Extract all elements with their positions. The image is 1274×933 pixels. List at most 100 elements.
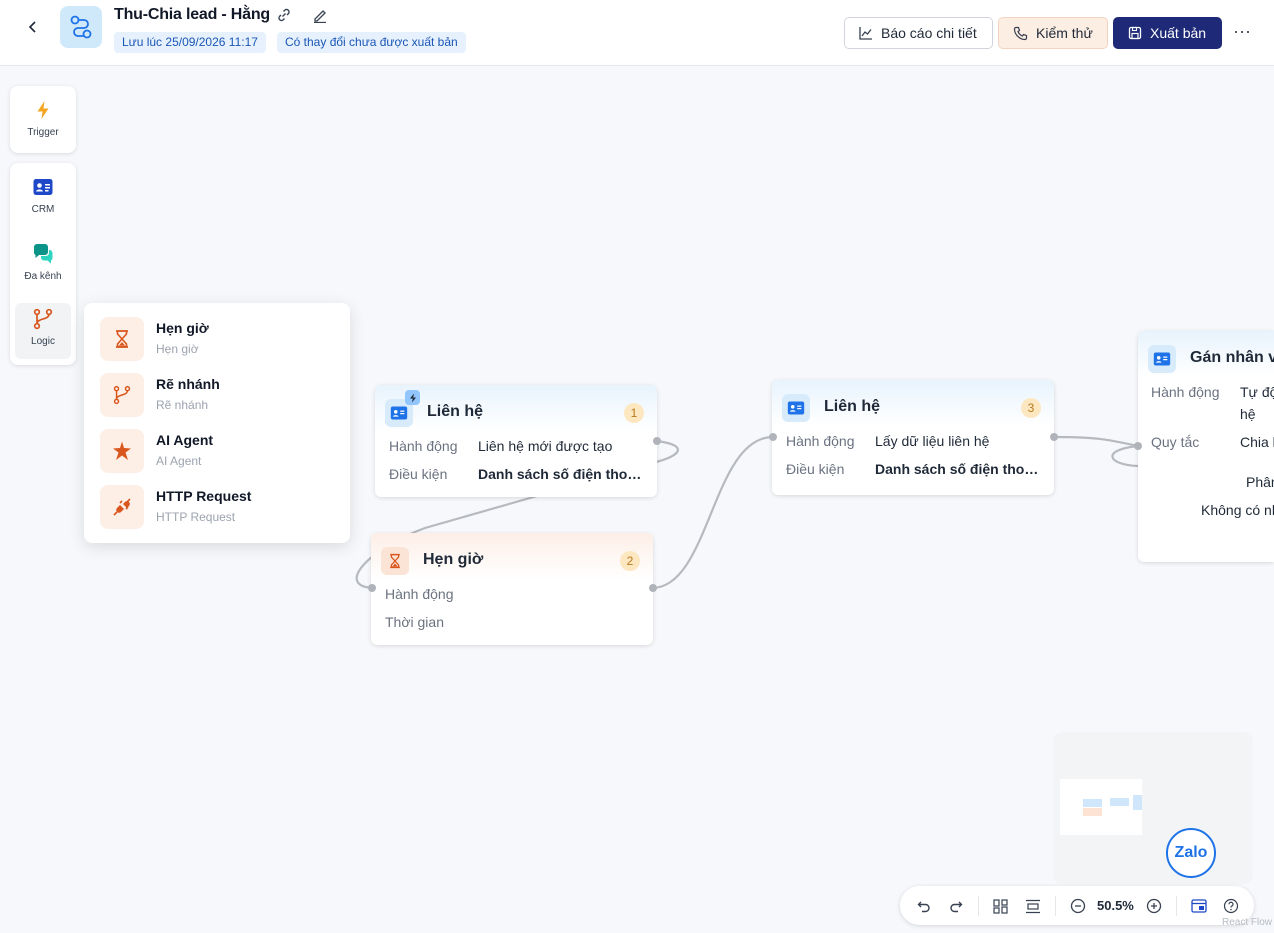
popup-item-timer-sub: Hẹn giờ	[156, 342, 199, 356]
node-extra-2: Không có nh	[1201, 502, 1274, 518]
contact-card-icon	[1148, 345, 1176, 373]
plug-icon	[100, 485, 144, 529]
popup-item-ai-agent[interactable]: AI Agent AI Agent	[100, 429, 330, 475]
flow-node-contact-fetch[interactable]: Liên hệ 3 Hành động Lấy dữ liệu liên hệ …	[772, 380, 1054, 495]
node-action-value-cont: hệ	[1240, 406, 1256, 422]
zoom-in-icon[interactable]	[1144, 896, 1164, 916]
edit-icon[interactable]	[312, 7, 330, 25]
minimap-viewport	[1060, 779, 1142, 835]
save-icon	[1128, 26, 1142, 40]
node-condition-value: Danh sách số điện thoại chứa	[478, 466, 644, 482]
saved-time-badge: Lưu lúc 25/09/2026 11:17	[114, 32, 266, 53]
node-header	[371, 533, 653, 579]
trigger-bolt-icon	[405, 390, 420, 405]
palette-trigger-label: Trigger	[27, 127, 59, 138]
top-header: Thu-Chia lead - Hằng Lưu lúc 25/09/2026 …	[0, 0, 1274, 66]
trigger-palette: Trigger	[10, 86, 76, 153]
node-rule-label: Quy tắc	[1151, 434, 1200, 450]
unpublished-badge: Có thay đổi chưa được xuất bản	[277, 32, 466, 53]
node-condition-label: Điều kiện	[389, 466, 448, 482]
toolbar-divider	[978, 896, 979, 916]
chart-line-icon	[859, 27, 872, 40]
flow-node-assign-staff[interactable]: Gán nhân vi Hành động Tự độ hệ Quy tắc C…	[1138, 331, 1274, 562]
node-action-value: Tự độ	[1240, 384, 1274, 400]
auto-layout-icon[interactable]	[990, 896, 1010, 916]
node-palette: CRM Đa kênh Logic	[10, 163, 76, 365]
popup-item-branch[interactable]: Rẽ nhánh Rẽ nhánh	[100, 373, 330, 419]
back-button[interactable]	[20, 14, 46, 40]
zoom-level: 50.5%	[1097, 898, 1134, 913]
node-title: Liên hệ	[427, 403, 484, 420]
node-header	[772, 380, 1054, 426]
zoom-out-icon[interactable]	[1068, 896, 1088, 916]
test-button-label: Kiểm thử	[1036, 25, 1093, 41]
logic-node-popup: Hẹn giờ Hẹn giờ Rẽ nhánh Rẽ nhánh AI Age…	[84, 303, 350, 543]
workflow-app-icon	[60, 6, 102, 48]
branch-icon	[100, 373, 144, 417]
redo-icon[interactable]	[946, 896, 966, 916]
publish-button-label: Xuất bản	[1150, 25, 1207, 41]
node-output-handle[interactable]	[653, 437, 661, 445]
palette-logic-label: Logic	[31, 336, 55, 347]
react-flow-attribution[interactable]: React Flow	[1222, 917, 1272, 928]
minimap-node	[1133, 795, 1142, 810]
toolbar-divider	[1055, 896, 1056, 916]
palette-logic[interactable]: Logic	[15, 303, 71, 359]
palette-trigger[interactable]: Trigger	[10, 99, 76, 138]
popup-item-timer-name: Hẹn giờ	[156, 320, 209, 336]
popup-item-timer[interactable]: Hẹn giờ Hẹn giờ	[100, 317, 330, 363]
node-rule-value: Chia l	[1240, 434, 1274, 450]
palette-omnichannel[interactable]: Đa kênh	[10, 243, 76, 282]
canvas-toolbar	[900, 886, 1254, 925]
test-button[interactable]: Kiểm thử	[998, 17, 1108, 49]
palette-crm[interactable]: CRM	[10, 176, 76, 215]
node-input-handle[interactable]	[769, 433, 777, 441]
flow-node-timer[interactable]: Hẹn giờ 2 Hành động Thời gian	[371, 533, 653, 645]
popup-item-http-request-name: HTTP Request	[156, 488, 252, 504]
palette-omnichannel-label: Đa kênh	[24, 271, 62, 282]
sparkle-icon	[100, 429, 144, 473]
popup-item-branch-name: Rẽ nhánh	[156, 376, 220, 392]
more-options-button[interactable]: ···	[1230, 20, 1254, 44]
zalo-chat-button[interactable]: Zalo	[1166, 828, 1216, 878]
node-title: Hẹn giờ	[423, 551, 484, 568]
popup-item-branch-sub: Rẽ nhánh	[156, 398, 209, 412]
node-action-value: Lấy dữ liệu liên hệ	[875, 433, 990, 449]
popup-item-ai-agent-sub: AI Agent	[156, 454, 202, 468]
edge-3-4	[1053, 435, 1139, 448]
node-action-label: Hành động	[389, 438, 458, 454]
edge-4-loop	[1111, 444, 1139, 468]
lightning-icon	[37, 101, 49, 119]
node-output-handle[interactable]	[649, 584, 657, 592]
popup-item-http-request[interactable]: HTTP Request HTTP Request	[100, 485, 330, 531]
node-action-value: Liên hệ mới được tạo	[478, 438, 613, 454]
minimap-node	[1083, 808, 1102, 816]
chevron-left-icon	[28, 21, 36, 33]
align-center-icon[interactable]	[1023, 896, 1043, 916]
node-action-label: Hành động	[1151, 384, 1220, 400]
hourglass-icon	[100, 317, 144, 361]
node-input-handle[interactable]	[1134, 442, 1142, 450]
publish-button[interactable]: Xuất bản	[1113, 17, 1222, 49]
minimap[interactable]	[1053, 732, 1253, 884]
toolbar-divider	[1176, 896, 1177, 916]
minimap-toggle-icon[interactable]	[1189, 896, 1209, 916]
node-title: Liên hệ	[824, 398, 881, 415]
edge-2-3	[651, 435, 774, 590]
palette-crm-label: CRM	[31, 204, 55, 215]
help-icon[interactable]	[1221, 896, 1241, 916]
node-input-handle[interactable]	[368, 584, 376, 592]
node-extra-1: Phân	[1246, 474, 1274, 490]
report-button-label: Báo cáo chi tiết	[881, 25, 977, 41]
undo-icon[interactable]	[914, 896, 934, 916]
popup-item-http-request-sub: HTTP Request	[156, 510, 236, 524]
report-button[interactable]: Báo cáo chi tiết	[844, 17, 993, 49]
node-step-number: 2	[620, 551, 640, 571]
link-icon[interactable]	[276, 7, 294, 25]
hourglass-icon	[381, 547, 409, 575]
node-output-handle[interactable]	[1050, 433, 1058, 441]
minimap-node	[1083, 799, 1102, 807]
minimap-node	[1110, 798, 1129, 806]
node-condition-value: Danh sách số điện thoại chứa	[875, 461, 1041, 477]
node-title: Gán nhân vi	[1190, 349, 1274, 366]
